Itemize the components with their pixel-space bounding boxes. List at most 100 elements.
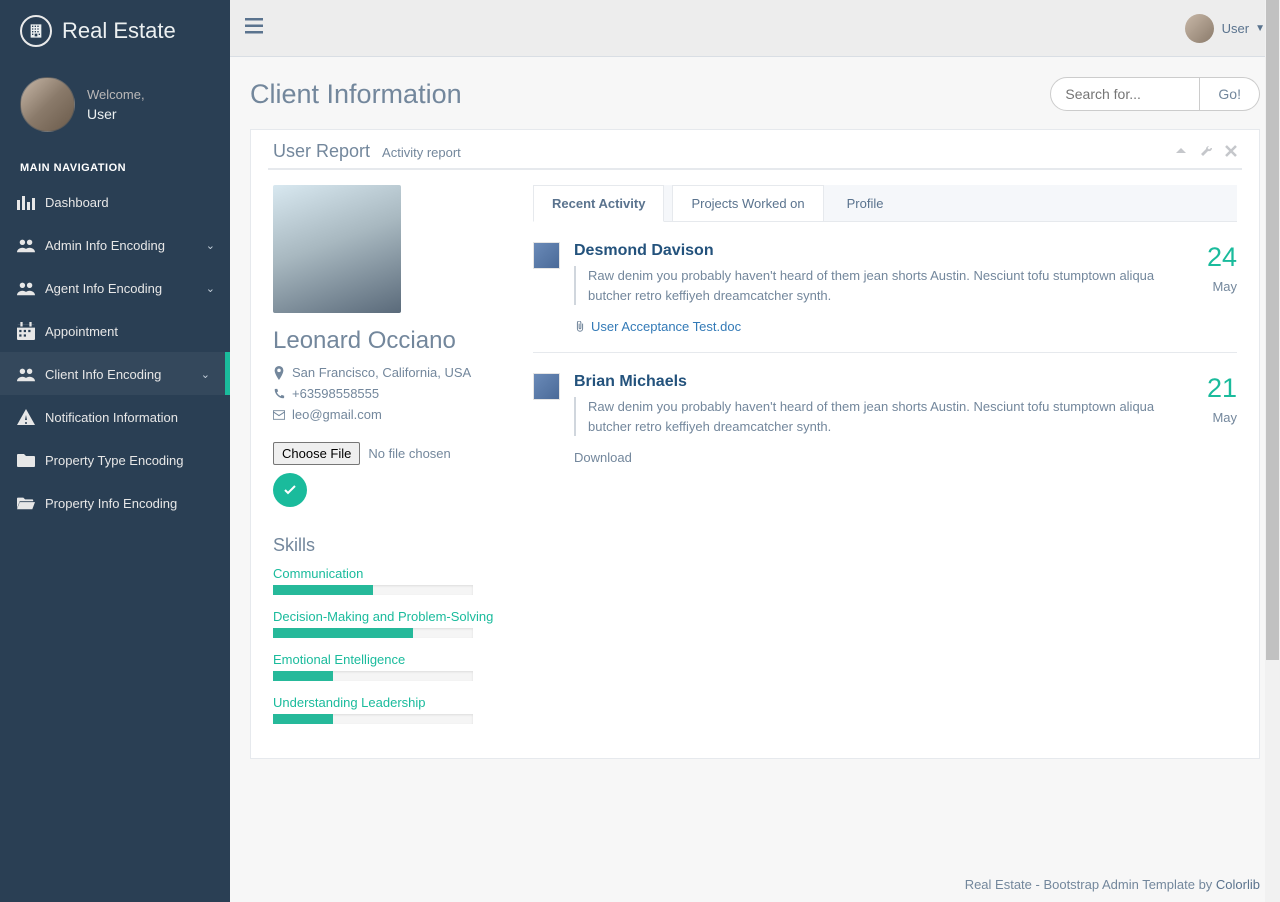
skill-label: Emotional Entelligence (273, 652, 513, 667)
client-name: Leonard Occiano (273, 327, 513, 355)
sidebar-item-notification-information[interactable]: Notification Information (0, 395, 230, 438)
warning-icon (15, 408, 37, 426)
activity-text: Raw denim you probably haven't heard of … (574, 397, 1193, 436)
skill-bar (273, 585, 473, 595)
menu-toggle-icon[interactable] (245, 17, 263, 40)
avatar (533, 242, 560, 269)
scrollbar-thumb[interactable] (1266, 0, 1279, 660)
folder-open-icon (15, 494, 37, 512)
skill-label: Communication (273, 566, 513, 581)
panel-subtitle: Activity report (382, 145, 461, 160)
choose-file-button[interactable]: Choose File (273, 442, 360, 465)
nav-label: Dashboard (45, 195, 109, 210)
skills-list: Communication Decision-Making and Proble… (273, 566, 513, 724)
sidebar-item-client-info-encoding[interactable]: Client Info Encoding ⌄ (0, 352, 230, 395)
phone-text: +63598558555 (292, 386, 379, 401)
scrollbar-track[interactable]: ▴ (1265, 0, 1280, 902)
page-title: Client Information (250, 79, 462, 110)
check-icon (283, 483, 297, 497)
activity-col: Recent ActivityProjects Worked onProfile… (533, 185, 1237, 738)
file-upload-row: Choose File No file chosen (273, 442, 513, 465)
client-phone: +63598558555 (273, 386, 513, 401)
search-group: Go! (1050, 77, 1260, 111)
close-icon[interactable] (1225, 144, 1237, 160)
tab-projects-worked-on[interactable]: Projects Worked on (672, 185, 823, 221)
user-menu[interactable]: User ▼ (1185, 14, 1265, 43)
tabs: Recent ActivityProjects Worked onProfile (533, 185, 1237, 222)
building-icon (20, 15, 52, 47)
users-icon (15, 236, 37, 254)
folder-icon (15, 451, 37, 469)
activity-author[interactable]: Brian Michaels (574, 373, 1193, 391)
chevron-down-icon: ⌄ (201, 368, 210, 381)
sidebar-item-property-info-encoding[interactable]: Property Info Encoding (0, 481, 230, 524)
footer-link[interactable]: Colorlib (1216, 877, 1260, 892)
download-link[interactable]: Download (574, 450, 1193, 465)
nav-label: Property Type Encoding (45, 453, 184, 468)
email-text: leo@gmail.com (292, 407, 382, 422)
activity-feed: Desmond Davison Raw denim you probably h… (533, 222, 1237, 483)
panel-header: User Report Activity report (268, 140, 1242, 170)
search-button[interactable]: Go! (1200, 77, 1260, 111)
location-text: San Francisco, California, USA (292, 365, 471, 380)
skill-bar (273, 714, 473, 724)
map-marker-icon (273, 366, 285, 380)
brand-text: Real Estate (62, 18, 176, 44)
activity-day: 24 (1207, 242, 1237, 273)
skill-item: Understanding Leadership (273, 695, 513, 724)
sidebar: Real Estate Welcome, User MAIN NAVIGATIO… (0, 0, 230, 902)
main: ▴ User ▼ Client Information Go! (230, 0, 1280, 902)
client-profile-col: Leonard Occiano San Francisco, Californi… (273, 185, 513, 738)
activity-item: Brian Michaels Raw denim you probably ha… (533, 353, 1237, 483)
dashboard-icon (15, 193, 37, 211)
tab-recent-activity[interactable]: Recent Activity (533, 185, 664, 222)
client-photo (273, 185, 401, 313)
skill-label: Understanding Leadership (273, 695, 513, 710)
nav-section-title: MAIN NAVIGATION (0, 152, 230, 180)
sidebar-username: User (87, 106, 145, 122)
footer: Real Estate - Bootstrap Admin Template b… (230, 867, 1280, 902)
confirm-button[interactable] (273, 473, 307, 507)
skill-label: Decision-Making and Problem-Solving (273, 609, 513, 624)
attachment-link[interactable]: User Acceptance Test.doc (574, 319, 1193, 334)
avatar (533, 373, 560, 400)
sidebar-item-property-type-encoding[interactable]: Property Type Encoding (0, 438, 230, 481)
activity-item: Desmond Davison Raw denim you probably h… (533, 222, 1237, 353)
sidebar-item-agent-info-encoding[interactable]: Agent Info Encoding ⌄ (0, 266, 230, 309)
activity-day: 21 (1207, 373, 1237, 404)
chevron-down-icon: ⌄ (206, 282, 215, 295)
skill-item: Emotional Entelligence (273, 652, 513, 681)
skill-bar (273, 628, 473, 638)
brand[interactable]: Real Estate (0, 0, 230, 62)
nav-label: Appointment (45, 324, 118, 339)
welcome-text: Welcome, (87, 87, 145, 102)
wrench-icon[interactable] (1199, 144, 1213, 160)
activity-month: May (1207, 279, 1237, 294)
nav-label: Property Info Encoding (45, 496, 177, 511)
nav-label: Agent Info Encoding (45, 281, 162, 296)
sidebar-nav: Dashboard Admin Info Encoding ⌄ Agent In… (0, 180, 230, 524)
sidebar-item-dashboard[interactable]: Dashboard (0, 180, 230, 223)
activity-text: Raw denim you probably haven't heard of … (574, 266, 1193, 305)
skill-fill (273, 714, 333, 724)
sidebar-item-appointment[interactable]: Appointment (0, 309, 230, 352)
avatar (1185, 14, 1214, 43)
client-location: San Francisco, California, USA (273, 365, 513, 380)
skill-fill (273, 671, 333, 681)
search-input[interactable] (1050, 77, 1200, 111)
chevron-down-icon: ⌄ (206, 239, 215, 252)
activity-date: 21 May (1207, 373, 1237, 465)
sidebar-profile: Welcome, User (0, 62, 230, 152)
sidebar-item-admin-info-encoding[interactable]: Admin Info Encoding ⌄ (0, 223, 230, 266)
caret-down-icon: ▼ (1255, 23, 1265, 34)
nav-label: Client Info Encoding (45, 367, 161, 382)
avatar (20, 77, 75, 132)
users-icon (15, 365, 37, 383)
calendar-icon (15, 322, 37, 340)
activity-author[interactable]: Desmond Davison (574, 242, 1193, 260)
nav-label: Notification Information (45, 410, 178, 425)
panel-tools (1175, 144, 1237, 160)
tab-profile[interactable]: Profile (828, 185, 903, 221)
title-row: Client Information Go! (250, 77, 1260, 111)
collapse-icon[interactable] (1175, 144, 1187, 160)
